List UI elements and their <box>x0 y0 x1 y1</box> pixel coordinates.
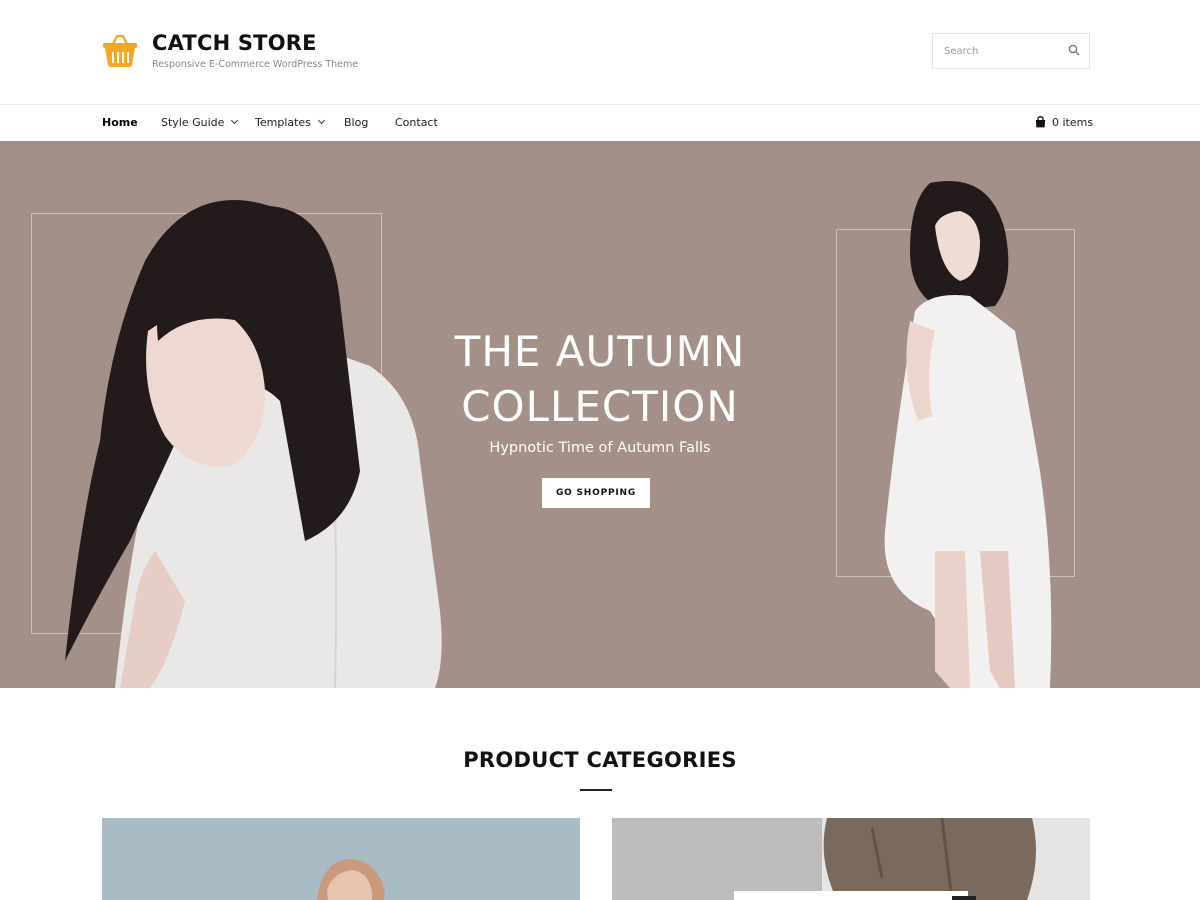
search-form <box>932 33 1090 69</box>
chevron-down-icon <box>231 116 239 125</box>
search-input[interactable] <box>933 34 1063 68</box>
nav-item-label: Blog <box>344 116 369 129</box>
site-tagline: Responsive E-Commerce WordPress Theme <box>152 59 359 70</box>
category-card[interactable] <box>102 818 580 900</box>
nav-item-blog[interactable]: Blog <box>344 105 368 142</box>
shopping-bag-icon <box>1035 116 1046 128</box>
nav-item-home[interactable]: Home <box>102 105 138 142</box>
shopping-basket-icon[interactable] <box>102 32 138 68</box>
cart-link[interactable]: 0 items <box>1035 105 1093 142</box>
section-divider <box>580 789 612 791</box>
cart-count: 0 items <box>1052 116 1094 129</box>
nav-item-templates[interactable]: Templates <box>255 105 325 142</box>
site-title[interactable]: CATCH STORE <box>152 31 317 55</box>
site-header: CATCH STORE Responsive E-Commerce WordPr… <box>0 0 1200 104</box>
chevron-down-icon <box>317 116 325 125</box>
search-icon <box>1068 44 1080 56</box>
nav-item-label: Style Guide <box>161 116 225 129</box>
go-shopping-button[interactable]: GO SHOPPING <box>542 478 650 508</box>
hero-title-line-1: THE AUTUMN <box>454 327 746 376</box>
hero-title-line-2: COLLECTION <box>461 382 739 431</box>
category-image <box>317 859 385 900</box>
nav-item-label: Contact <box>395 116 438 129</box>
nav-item-label: Home <box>102 116 138 129</box>
hero-subtitle: Hypnotic Time of Autumn Falls <box>489 440 711 456</box>
nav-item-contact[interactable]: Contact <box>395 105 438 142</box>
search-button[interactable] <box>1067 44 1081 58</box>
section-title: PRODUCT CATEGORIES <box>463 748 737 772</box>
nav-item-label: Templates <box>255 116 311 129</box>
nav-item-style-guide[interactable]: Style Guide <box>161 105 239 142</box>
main-navigation: Home Style Guide Templates Blog Contact … <box>0 104 1200 141</box>
hero-slider: THE AUTUMN COLLECTION Hypnotic Time of Au… <box>0 141 1200 688</box>
category-image <box>734 818 1090 900</box>
category-card[interactable] <box>612 818 1090 900</box>
hero-title: THE AUTUMN COLLECTION <box>0 324 1200 434</box>
